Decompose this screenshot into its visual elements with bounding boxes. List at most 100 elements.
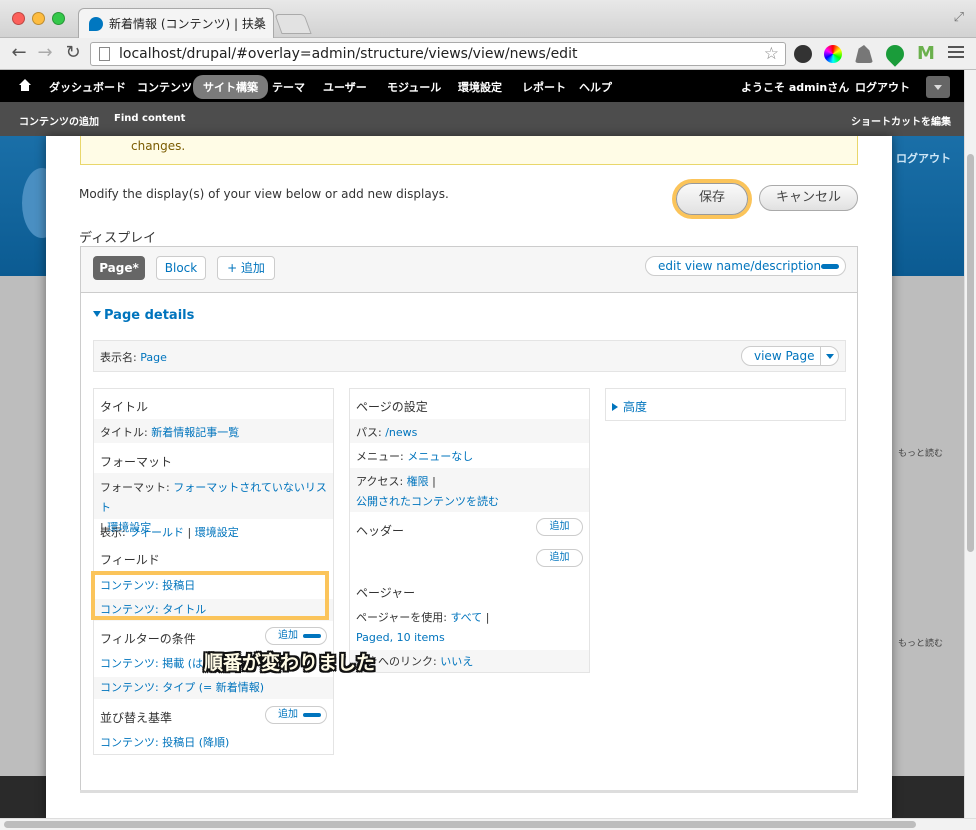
tab-page-display[interactable]: Page* [93, 256, 145, 280]
drupal-favicon-icon [89, 17, 103, 31]
gmail-extension-icon[interactable]: M [917, 45, 935, 63]
map-pin-extension-icon[interactable] [882, 41, 908, 67]
title-heading: タイトル [100, 400, 149, 414]
path-value-link[interactable]: /news [385, 426, 417, 439]
display-name-link[interactable]: Page [140, 351, 167, 364]
section-divider [80, 790, 858, 793]
display-tabs: Page* Block + 追加 edit view name/descript… [81, 247, 857, 293]
filter-add-button[interactable]: 追加 [265, 627, 327, 645]
edit-shortcuts-link[interactable]: ショートカットを編集 [851, 113, 951, 128]
menu-value-link[interactable]: メニューなし [407, 450, 473, 463]
display-panel: Page* Block + 追加 edit view name/descript… [80, 246, 858, 791]
separator: | [485, 611, 490, 624]
page-details-label: Page details [104, 308, 195, 323]
chevron-down-icon[interactable] [826, 354, 834, 359]
filter-row: コンテンツ: タイプ (= 新着情報) [94, 677, 333, 699]
path-label: パス: [356, 426, 382, 439]
toolbar-logout[interactable]: ログアウト [855, 79, 910, 95]
sort-add-button[interactable]: 追加 [265, 706, 327, 724]
show-settings-link[interactable]: 環境設定 [195, 526, 239, 539]
save-button[interactable]: 保存 [676, 183, 748, 215]
advanced-link[interactable]: 高度 [623, 400, 647, 414]
view-page-button[interactable]: view Page [741, 346, 839, 366]
show-label: 表示: [100, 526, 126, 539]
toolbar-config[interactable]: 環境設定 [458, 79, 502, 95]
toolbar-modules[interactable]: モジュール [387, 79, 441, 95]
background-more-link: もっと読む [898, 639, 944, 649]
welcome-user: ようこそ adminさん [741, 81, 850, 94]
add-display-button[interactable]: + 追加 [217, 256, 275, 280]
displays-heading: ディスプレイ [79, 231, 157, 246]
horizontal-scroll-thumb[interactable] [4, 821, 916, 828]
color-wheel-extension-icon[interactable] [824, 45, 842, 63]
page-details-toggle[interactable]: Page details [93, 308, 194, 323]
filter-published-link[interactable]: コンテンツ: 掲載 (はい) [100, 657, 218, 670]
home-icon[interactable] [18, 79, 32, 93]
access-permission-link[interactable]: 公開されたコンテンツを読む [356, 495, 499, 508]
minimize-window-icon[interactable] [32, 12, 45, 25]
advanced-toggle[interactable]: 高度 [606, 398, 845, 415]
close-window-icon[interactable] [12, 12, 25, 25]
modify-description: Modify the display(s) of your view below… [79, 187, 449, 201]
views-edit-overlay: changes. Modify the display(s) of your v… [46, 136, 892, 818]
header-add-button[interactable]: 追加 [536, 518, 583, 536]
separator: | [432, 475, 436, 488]
vertical-scroll-thumb[interactable] [967, 154, 974, 552]
rhino-extension-icon[interactable] [855, 45, 873, 63]
toolbar-toggle-button[interactable] [926, 76, 950, 98]
page-settings-heading: ページの設定 [356, 400, 428, 414]
edit-view-name-button[interactable]: edit view name/description [645, 256, 846, 276]
cancel-button[interactable]: キャンセル [759, 185, 858, 211]
reload-icon[interactable]: ↻ [62, 42, 84, 63]
browser-toolbar: ← → ↻ localhost/drupal/#overlay=admin/st… [0, 38, 976, 70]
browser-tab[interactable]: 新着情報 (コンテンツ) | 扶桑 × [78, 8, 274, 38]
fullscreen-icon[interactable]: ⤢ [954, 10, 964, 25]
notice-text: changes. [131, 139, 186, 153]
title-value-link[interactable]: 新着情報記事一覧 [151, 426, 239, 439]
toolbar-people[interactable]: ユーザー [323, 79, 367, 95]
new-tab-button[interactable] [274, 14, 312, 34]
caret-right-icon [612, 403, 618, 411]
background-logout: ログアウト [896, 152, 951, 165]
show-row: 表示: フィールド | 環境設定 [94, 522, 333, 544]
footer-add-button[interactable]: 追加 [536, 549, 583, 567]
browser-menu-icon[interactable] [948, 46, 964, 61]
toolbar-dashboard[interactable]: ダッシュボード [49, 79, 126, 95]
button-divider [820, 347, 821, 365]
toolbar-reports[interactable]: レポート [522, 79, 566, 95]
more-link-value[interactable]: いいえ [440, 655, 473, 668]
pager-items-link[interactable]: Paged, 10 items [356, 631, 445, 644]
back-arrow-icon[interactable]: ← [8, 42, 30, 63]
filter-type-link[interactable]: コンテンツ: タイプ (= 新着情報) [100, 681, 264, 694]
toolbar-appearance[interactable]: テーマ [272, 79, 305, 95]
address-bar[interactable]: localhost/drupal/#overlay=admin/structur… [90, 42, 786, 66]
access-row: アクセス: 権限 | 公開されたコンテンツを読む [350, 468, 589, 512]
tab-title: 新着情報 (コンテンツ) | 扶桑 [109, 17, 266, 31]
toolbar-structure[interactable]: サイト構築 [193, 75, 268, 99]
access-label: アクセス: [356, 475, 404, 488]
order-changed-annotation: 順番が変わりました [204, 652, 376, 674]
tab-block-display[interactable]: Block [156, 256, 206, 280]
sort-posted-date-link[interactable]: コンテンツ: 投稿日 (降順) [100, 736, 229, 749]
display-name-row: 表示名: Page view Page [93, 340, 846, 372]
horizontal-scrollbar[interactable] [0, 818, 976, 830]
tab-close-icon[interactable]: × [254, 14, 265, 29]
background-more-link: もっと読む [898, 449, 944, 459]
forward-arrow-icon[interactable]: → [34, 42, 56, 63]
access-value-link[interactable]: 権限 [407, 475, 429, 488]
caret-down-icon [93, 311, 101, 317]
display-name-label: 表示名: [100, 351, 137, 364]
dropdown-arrow-icon[interactable] [821, 264, 839, 269]
bookmark-star-icon[interactable]: ☆ [764, 44, 779, 64]
vertical-scrollbar[interactable] [964, 70, 976, 818]
incognito-mask-icon[interactable] [794, 45, 812, 63]
shortcut-add-content[interactable]: コンテンツの追加 [19, 113, 99, 128]
toolbar-content[interactable]: コンテンツ [137, 79, 192, 95]
show-value-link[interactable]: フィールド [129, 526, 184, 539]
toolbar-help[interactable]: ヘルプ [579, 79, 612, 95]
shortcut-find-content[interactable]: Find content [114, 113, 185, 124]
pager-value-link[interactable]: すべて [450, 611, 482, 624]
zoom-window-icon[interactable] [52, 12, 65, 25]
pager-label: ページャーを使用: [356, 611, 447, 624]
format-heading: フォーマット [100, 455, 173, 469]
